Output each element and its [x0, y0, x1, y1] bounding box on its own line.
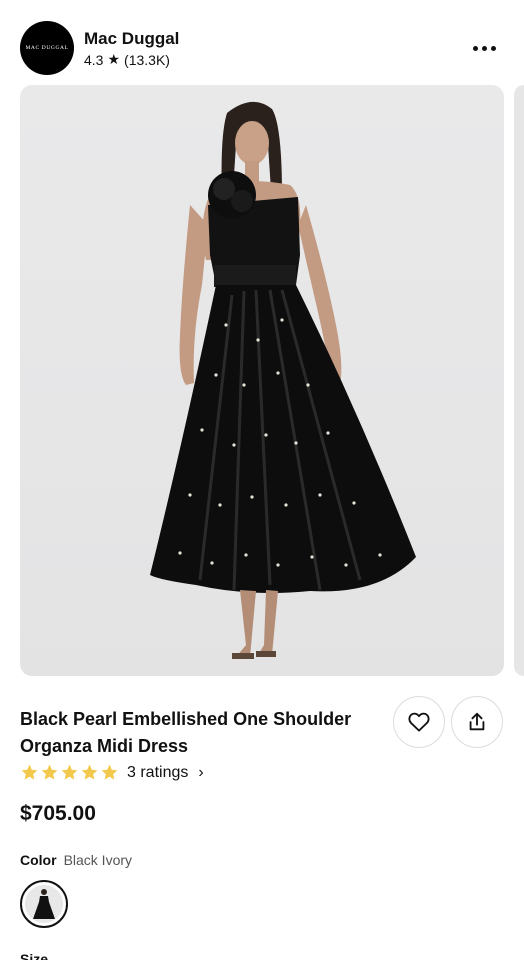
dress-photo [150, 101, 416, 659]
swatch-thumbnail [25, 885, 63, 923]
share-button[interactable] [451, 696, 503, 748]
more-options-button[interactable] [464, 36, 504, 60]
star-icon [41, 764, 58, 780]
product-image[interactable] [20, 85, 504, 676]
shop-rating: 4.3 ★ (13.3K) [84, 51, 170, 68]
shop-header: MAC DUGGAL Mac Duggal 4.3 ★ (13.3K) [0, 0, 524, 84]
star-icon [21, 764, 38, 780]
star-icon [101, 764, 118, 780]
color-selection-label: Color Black Ivory [20, 852, 132, 868]
color-value: Black Ivory [63, 852, 133, 868]
star-icon [81, 764, 98, 780]
next-image-peek[interactable] [514, 85, 524, 676]
star-icon: ★ [107, 51, 121, 67]
star-icon [61, 764, 78, 780]
shop-rating-value: 4.3 [84, 51, 104, 68]
shop-review-count: (13.3K) [124, 51, 170, 68]
size-label: Size [20, 951, 49, 960]
rating-stars [20, 763, 119, 782]
shop-logo[interactable]: MAC DUGGAL [20, 21, 74, 75]
share-icon [469, 712, 485, 731]
chevron-right-icon: › [198, 763, 204, 781]
ratings-count: 3 ratings [127, 763, 189, 781]
heart-icon [408, 712, 430, 732]
product-price: $705.00 [20, 802, 96, 825]
color-label: Color [20, 852, 57, 868]
favorite-button[interactable] [393, 696, 445, 748]
product-ratings-link[interactable]: 3 ratings › [20, 763, 204, 782]
shop-name[interactable]: Mac Duggal [84, 29, 179, 49]
more-horizontal-icon [472, 45, 496, 51]
product-title: Black Pearl Embellished One Shoulder Org… [20, 709, 352, 756]
color-swatch-black-ivory[interactable] [20, 880, 68, 928]
shop-logo-text: MAC DUGGAL [25, 45, 69, 51]
